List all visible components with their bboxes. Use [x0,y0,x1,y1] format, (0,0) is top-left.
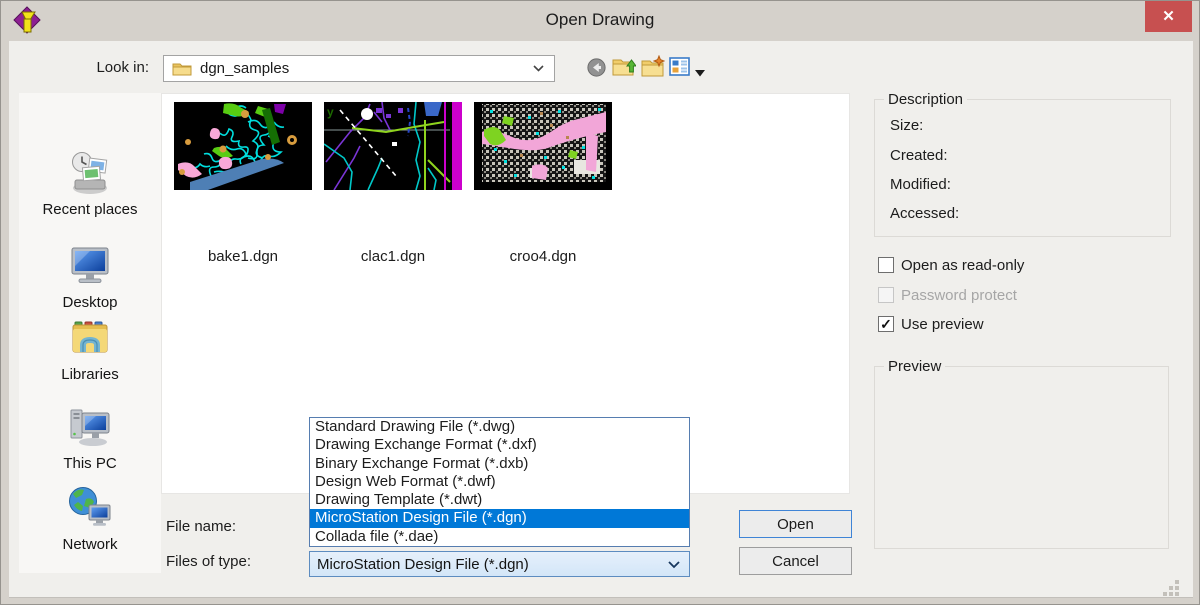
chevron-down-icon [533,65,544,72]
preview-group: Preview [874,366,1169,549]
files-of-type-combobox[interactable]: MicroStation Design File (*.dgn) [309,551,690,577]
checkbox-box [878,257,894,273]
files-of-type-label: Files of type: [166,553,251,571]
open-drawing-dialog: Open Drawing ✕ Look in: dgn_samples [0,0,1200,605]
created-label: Created: [890,147,948,165]
up-one-level-icon [612,55,636,78]
sidebar-item-recent-places[interactable]: Recent places [19,149,161,218]
file-type-option[interactable]: MicroStation Design File (*.dgn) [310,509,689,527]
file-item-croo4[interactable] [474,102,612,190]
file-item-bake1[interactable] [174,102,312,190]
file-type-option[interactable]: Binary Exchange Format (*.dxb) [310,455,689,473]
caret-down-icon [695,70,705,77]
view-menu-icon [669,57,690,76]
close-icon: ✕ [1162,9,1175,24]
file-type-option[interactable]: Design Web Format (*.dwf) [310,473,689,491]
preview-legend: Preview [884,358,945,375]
file-item-clac1[interactable]: y [324,102,462,190]
file-type-option[interactable]: Drawing Exchange Format (*.dxf) [310,436,689,454]
window-title: Open Drawing [1,10,1199,30]
libraries-icon [66,316,114,360]
password-protect-checkbox: Password protect [878,286,1017,304]
chevron-down-icon [668,561,680,569]
places-sidebar: Recent places Desktop [19,93,161,573]
sidebar-item-label: Desktop [62,294,117,311]
open-button[interactable]: Open [739,510,852,538]
sidebar-item-network[interactable]: Network [19,484,161,553]
close-button[interactable]: ✕ [1145,1,1192,32]
file-thumbnail: y [324,102,462,190]
file-type-option[interactable]: Collada file (*.dae) [310,528,689,546]
view-menu-button[interactable] [669,57,690,81]
sidebar-item-this-pc[interactable]: This PC [19,403,161,472]
sidebar-item-label: Network [62,536,117,553]
file-type-popup: Standard Drawing File (*.dwg)Drawing Exc… [309,417,690,547]
checkbox-label: Use preview [901,316,984,333]
checkbox-box [878,287,894,303]
file-type-option[interactable]: Drawing Template (*.dwt) [310,491,689,509]
titlebar: Open Drawing ✕ [1,1,1199,41]
modified-label: Modified: [890,176,951,194]
use-preview-checkbox[interactable]: ✓ Use preview [878,315,984,333]
this-pc-icon [66,405,114,449]
file-type-option[interactable]: Standard Drawing File (*.dwg) [310,418,689,436]
network-icon [66,485,114,531]
back-icon [587,58,606,77]
file-thumbnail [474,102,612,190]
file-name-label: File name: [166,518,236,536]
sidebar-item-label: This PC [63,455,116,472]
svg-text:y: y [327,105,334,119]
back-button[interactable] [587,58,606,82]
sidebar-item-desktop[interactable]: Desktop [19,242,161,311]
look-in-value: dgn_samples [200,60,289,77]
resize-grip[interactable] [1162,579,1182,599]
description-legend: Description [884,91,967,108]
accessed-label: Accessed: [890,205,959,223]
look-in-combobox[interactable]: dgn_samples [163,55,555,82]
cancel-button[interactable]: Cancel [739,547,852,575]
dialog-body: Look in: dgn_samples [9,41,1193,598]
file-thumbnail [174,102,312,190]
recent-places-icon [66,150,114,196]
sidebar-item-label: Libraries [61,366,119,383]
files-of-type-value: MicroStation Design File (*.dgn) [317,556,529,573]
open-as-read-only-checkbox[interactable]: Open as read-only [878,256,1024,274]
sidebar-item-libraries[interactable]: Libraries [19,314,161,383]
create-new-folder-icon [641,55,665,78]
checkbox-label: Open as read-only [901,257,1024,274]
checkbox-label: Password protect [901,287,1017,304]
sidebar-item-label: Recent places [42,201,137,218]
folder-icon [172,61,192,77]
look-in-label: Look in: [37,55,149,81]
create-new-folder-button[interactable] [641,55,665,83]
checkbox-box: ✓ [878,316,894,332]
up-one-level-button[interactable] [612,55,636,83]
description-group: Description Size: Created: Modified: Acc… [874,99,1171,237]
file-name-caption[interactable]: clac1.dgn [324,248,462,265]
view-menu-dropdown-button[interactable] [695,64,705,82]
file-name-caption[interactable]: bake1.dgn [174,248,312,265]
desktop-icon [66,244,114,288]
size-label: Size: [890,117,923,135]
file-name-caption[interactable]: croo4.dgn [474,248,612,265]
